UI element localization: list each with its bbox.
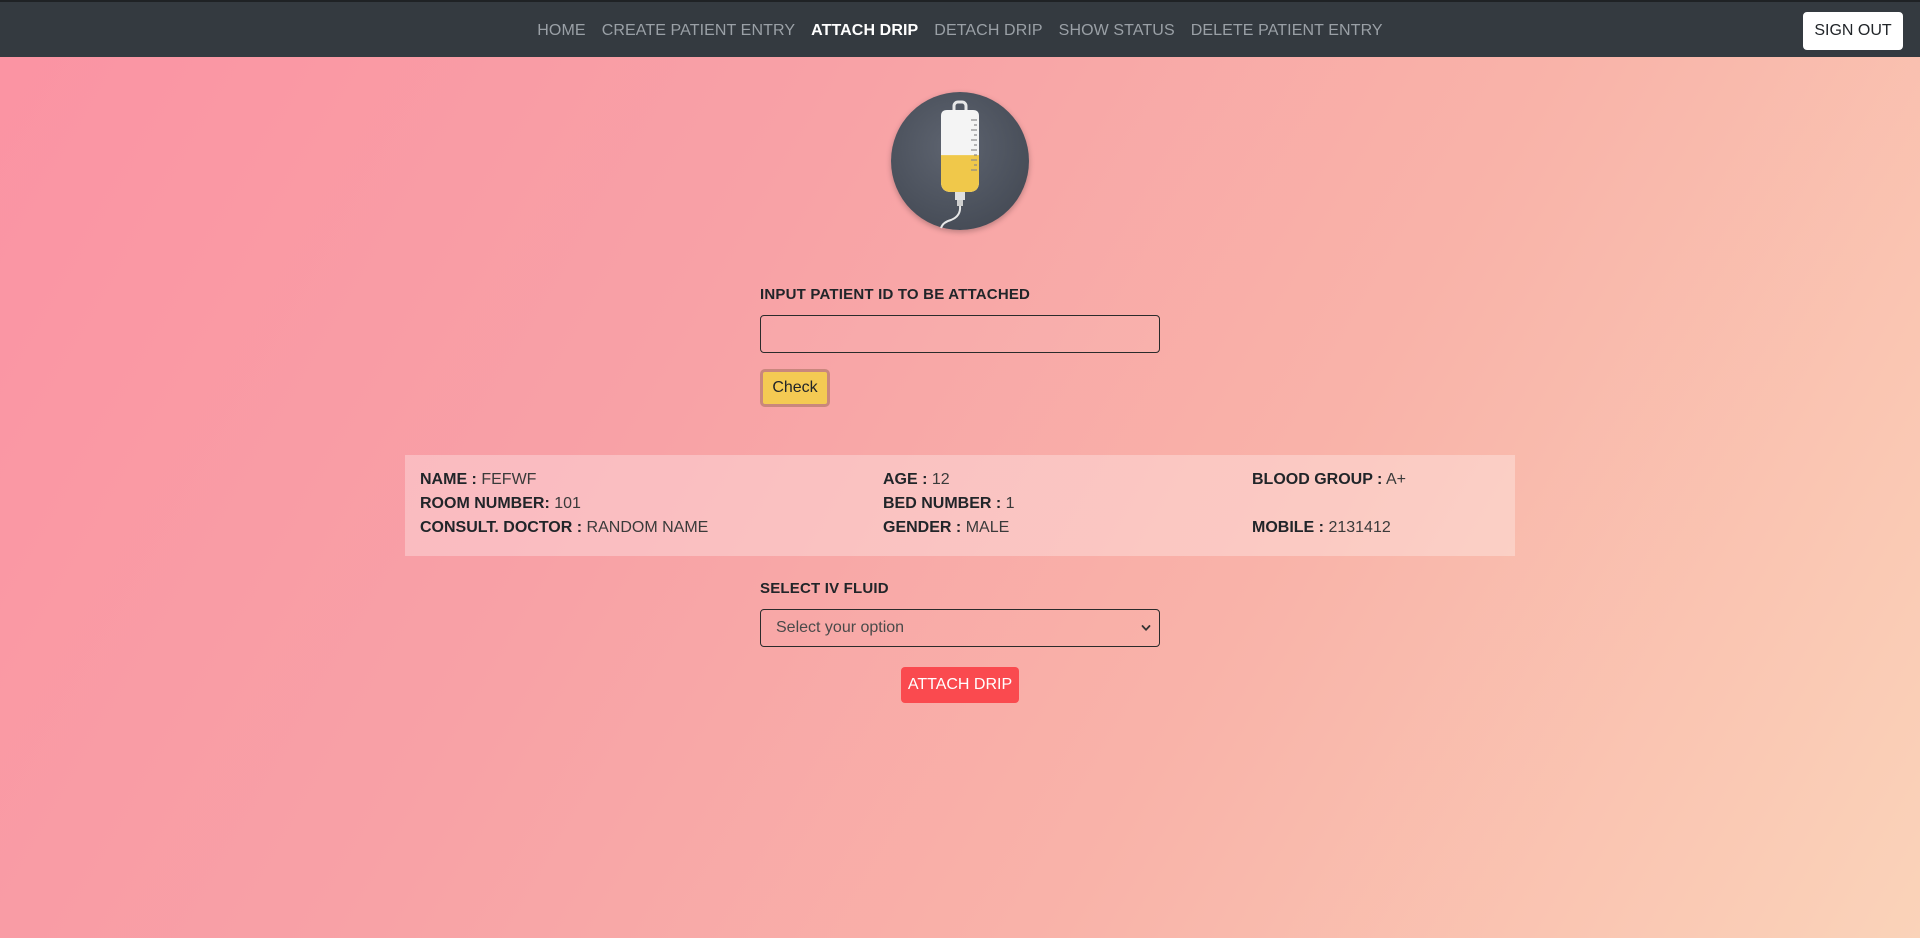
detail-gender-value: MALE bbox=[965, 519, 1010, 536]
iv-drip-logo bbox=[891, 92, 1029, 230]
detail-blood-group: BLOOD GROUP : A+ bbox=[1252, 471, 1406, 489]
detail-gender: GENDER : MALE bbox=[883, 519, 1009, 537]
patient-details-panel: NAME : FEFWF AGE : 12 BLOOD GROUP : A+ R… bbox=[405, 455, 1515, 556]
patient-id-label: INPUT PATIENT ID TO BE ATTACHED bbox=[760, 286, 1031, 303]
detail-consult-doctor: CONSULT. DOCTOR : RANDOM NAME bbox=[420, 519, 708, 537]
iv-fluid-select[interactable]: Select your option bbox=[760, 609, 1160, 647]
check-button[interactable]: Check bbox=[760, 369, 830, 407]
detail-age-value: 12 bbox=[931, 471, 950, 488]
detail-room-number: ROOM NUMBER: 101 bbox=[420, 495, 581, 513]
nav-attach-drip[interactable]: ATTACH DRIP bbox=[811, 22, 918, 40]
detail-bed-number: BED NUMBER : 1 bbox=[883, 495, 1015, 513]
iv-fluid-selected-value: Select your option bbox=[776, 619, 905, 636]
chevron-down-icon bbox=[1141, 625, 1151, 631]
detail-room-number-value: 101 bbox=[554, 495, 581, 512]
detail-mobile-value: 2131412 bbox=[1328, 519, 1391, 536]
detail-bed-number-value: 1 bbox=[1005, 495, 1015, 512]
detail-consult-doctor-key: CONSULT. DOCTOR : bbox=[420, 519, 583, 536]
nav-delete-patient-entry[interactable]: DELETE PATIENT ENTRY bbox=[1191, 22, 1383, 40]
nav-show-status[interactable]: SHOW STATUS bbox=[1059, 22, 1175, 40]
detail-mobile-key: MOBILE : bbox=[1252, 519, 1324, 536]
detail-blood-group-key: BLOOD GROUP : bbox=[1252, 471, 1383, 488]
patient-id-input[interactable] bbox=[760, 315, 1160, 353]
nav-detach-drip[interactable]: DETACH DRIP bbox=[934, 22, 1042, 40]
detail-gender-key: GENDER : bbox=[883, 519, 962, 536]
nav-create-patient-entry[interactable]: CREATE PATIENT ENTRY bbox=[602, 22, 795, 40]
top-navbar: HOME CREATE PATIENT ENTRY ATTACH DRIP DE… bbox=[0, 0, 1920, 57]
attach-drip-button[interactable]: ATTACH DRIP bbox=[901, 667, 1019, 703]
detail-name-value: FEFWF bbox=[481, 471, 537, 488]
detail-age-key: AGE : bbox=[883, 471, 928, 488]
iv-fluid-label: SELECT IV FLUID bbox=[760, 580, 889, 597]
detail-mobile: MOBILE : 2131412 bbox=[1252, 519, 1391, 537]
nav-links: HOME CREATE PATIENT ENTRY ATTACH DRIP DE… bbox=[0, 2, 1920, 59]
detail-bed-number-key: BED NUMBER : bbox=[883, 495, 1002, 512]
sign-out-button[interactable]: SIGN OUT bbox=[1803, 12, 1903, 50]
detail-blood-group-value: A+ bbox=[1385, 471, 1406, 488]
detail-name-key: NAME : bbox=[420, 471, 477, 488]
detail-age: AGE : 12 bbox=[883, 471, 950, 489]
iv-drip-bag-icon bbox=[940, 100, 979, 229]
detail-name: NAME : FEFWF bbox=[420, 471, 536, 489]
nav-home[interactable]: HOME bbox=[537, 22, 585, 40]
detail-room-number-key: ROOM NUMBER: bbox=[420, 495, 550, 512]
detail-consult-doctor-value: RANDOM NAME bbox=[586, 519, 709, 536]
